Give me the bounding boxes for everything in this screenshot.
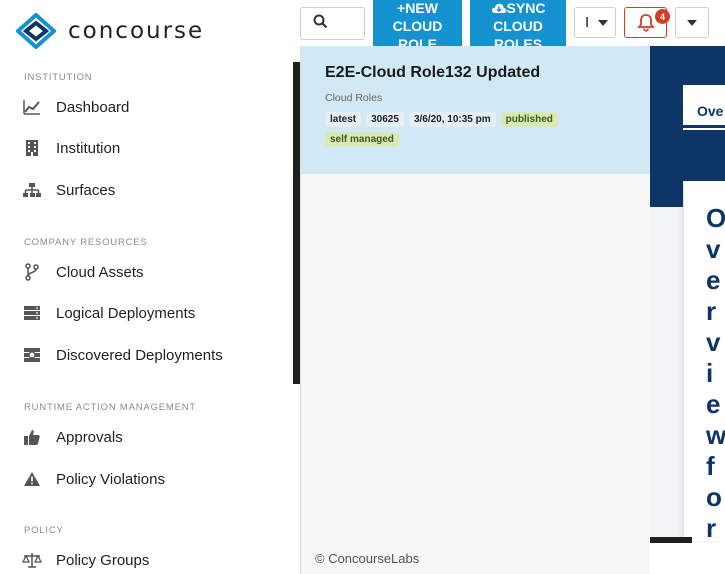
- sidebar-item-institution[interactable]: Institution: [22, 135, 120, 161]
- section-label-institution: INSTITUTION: [24, 72, 93, 83]
- section-label-company-resources: COMPANY RESOURCES: [24, 237, 148, 248]
- active-tab-indicator: [683, 125, 725, 128]
- warning-icon: [22, 469, 42, 489]
- user-menu-dropdown[interactable]: [675, 7, 709, 38]
- sidebar-item-policy-violations[interactable]: Policy Violations: [22, 466, 165, 492]
- sidebar-item-label: Surfaces: [56, 181, 116, 199]
- concourse-logo[interactable]: concourse: [16, 12, 204, 50]
- version-tag: latest: [325, 112, 362, 127]
- detail-tabs: Ove: [683, 85, 725, 130]
- sidebar-item-label: Policy Groups: [56, 551, 150, 569]
- id-tag: 30625: [366, 112, 404, 127]
- sidebar-item-policy-groups[interactable]: Policy Groups: [22, 547, 149, 573]
- footer-copyright: © ConcourseLabs: [315, 551, 420, 566]
- bell-icon: [636, 14, 655, 32]
- section-label-policy: POLICY: [24, 525, 64, 536]
- sidebar-item-surfaces[interactable]: Surfaces: [22, 177, 115, 203]
- server-icon: [22, 303, 42, 323]
- date-tag: 3/6/20, 10:35 pm: [408, 112, 496, 127]
- sidebar-item-label: Discovered Deployments: [56, 346, 223, 364]
- sync-button-line2: CLOUD: [493, 17, 543, 34]
- sidebar-item-label: Cloud Assets: [56, 263, 144, 281]
- balance-scale-icon: [22, 550, 42, 570]
- chevron-down-icon: [687, 19, 697, 26]
- sidebar-item-label: Dashboard: [56, 98, 130, 116]
- sidebar-item-discovered-deployments[interactable]: Discovered Deployments: [22, 342, 223, 368]
- app-name: concourse: [68, 18, 205, 44]
- chevron-down-icon: [598, 19, 609, 26]
- published-badge: published: [500, 112, 558, 127]
- search-server-icon: [22, 345, 42, 365]
- sidebar-item-label: Policy Violations: [56, 470, 165, 488]
- overview-card: Overviewfor: [683, 181, 725, 541]
- sidebar-item-label: Approvals: [56, 428, 123, 446]
- new-button-line2: CLOUD: [392, 17, 443, 34]
- context-dropdown-value: I: [585, 14, 590, 31]
- sidebar-item-cloud-assets[interactable]: Cloud Assets: [22, 259, 144, 285]
- sidebar: concourse INSTITUTION Dashboard Institut…: [0, 0, 293, 574]
- thumbs-up-icon: [22, 427, 42, 447]
- cloud-role-tags: latest 30625 3/6/20, 10:35 pm published …: [325, 112, 625, 147]
- notification-count-badge: 4: [655, 9, 670, 24]
- cloud-role-title: E2E-Cloud Role132 Updated: [325, 64, 541, 81]
- search-button[interactable]: [300, 7, 365, 40]
- sidebar-scrollbar[interactable]: [293, 62, 300, 384]
- overview-heading: Overviewfor: [706, 203, 725, 541]
- search-icon: [313, 14, 328, 34]
- self-managed-badge: self managed: [325, 132, 399, 147]
- section-label-runtime-action-management: RUNTIME ACTION MANAGEMENT: [24, 402, 197, 413]
- sidebar-item-dashboard[interactable]: Dashboard: [22, 94, 129, 120]
- code-branch-icon: [22, 262, 42, 282]
- building-icon: [22, 138, 42, 158]
- sidebar-item-label: Institution: [56, 139, 121, 157]
- sidebar-item-logical-deployments[interactable]: Logical Deployments: [22, 300, 195, 326]
- cloud-role-type: Cloud Roles: [325, 92, 383, 104]
- sitemap-icon: [22, 180, 42, 200]
- list-item[interactable]: E2E-Cloud Role132 Updated Cloud Roles la…: [301, 46, 651, 174]
- sync-button-line1: SYNC: [506, 0, 546, 16]
- cloud-download-icon: [491, 3, 506, 13]
- sidebar-item-approvals[interactable]: Approvals: [22, 424, 123, 450]
- sidebar-item-label: Logical Deployments: [56, 304, 196, 322]
- cloud-roles-list: E2E-Cloud Role132 Updated Cloud Roles la…: [300, 46, 651, 574]
- concourse-logo-icon: [16, 13, 56, 49]
- detail-scrollbar[interactable]: [650, 537, 692, 543]
- context-dropdown[interactable]: I: [574, 7, 616, 38]
- new-button-line1: NEW: [405, 0, 438, 16]
- tab-overview[interactable]: Ove: [697, 103, 723, 119]
- chart-line-icon: [22, 97, 42, 117]
